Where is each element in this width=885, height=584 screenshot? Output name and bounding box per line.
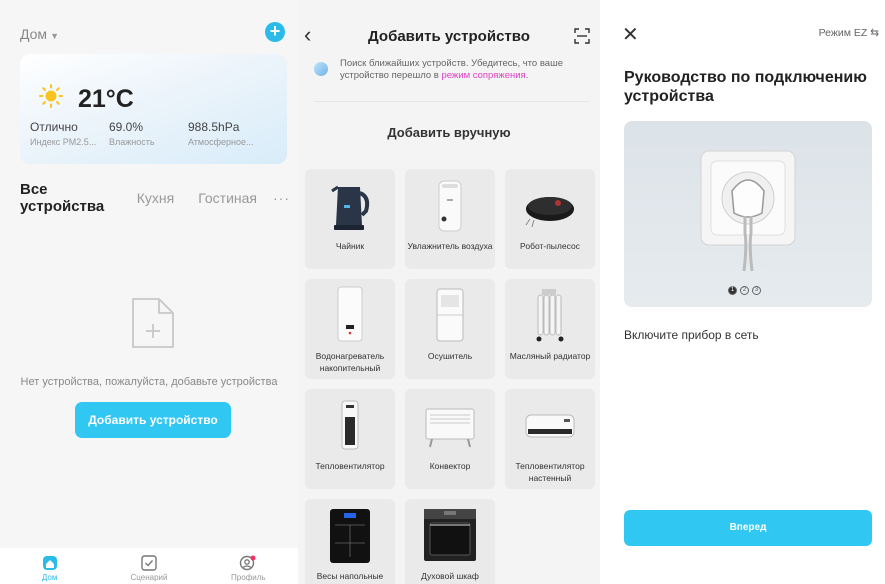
device-label: Чайник [335, 241, 365, 251]
device-label: Конвектор [429, 461, 471, 471]
device-label: Весы напольные [316, 571, 384, 581]
pressure-stat: 988.5hPa Атмосферное... [188, 120, 254, 147]
device-label: Осушитель [427, 351, 473, 361]
pressure-value: 988.5hPa [188, 120, 240, 134]
bottom-nav: Дом Сценарий Профиль [0, 548, 298, 584]
device-card-humidifier[interactable]: Увлажнитель воздуха [405, 169, 495, 269]
manual-add-title: Добавить вручную [387, 125, 511, 140]
step-indicator: 1 2 3 [728, 286, 761, 295]
home-screen: Дом ▼ + 21°C Отлично Индекс PM2.5... 69.0… [0, 0, 298, 584]
device-label: Увлажнитель воздуха [407, 241, 493, 251]
device-label: Масляный радиатор [509, 351, 591, 361]
pressure-label: Атмосферное... [188, 137, 254, 147]
scan-icon[interactable] [574, 28, 590, 44]
plug-illustration: 1 2 3 [624, 121, 872, 307]
robot-vacuum-icon [525, 197, 574, 228]
wall-fan-heater-icon [525, 414, 575, 438]
step-dot[interactable]: 3 [752, 286, 761, 295]
ez-mode-switch[interactable]: Режим EZ ⇆ [819, 27, 879, 39]
home-name: Дом [20, 26, 48, 42]
home-selector[interactable]: Дом ▼ [20, 26, 59, 42]
add-plus-button[interactable]: + [265, 22, 285, 42]
device-card-convector[interactable]: Конвектор [405, 389, 495, 489]
nav-home-label: Дом [41, 573, 58, 582]
device-card-robot-vacuum[interactable]: Робот-пылесос [505, 169, 595, 269]
floor-scale-icon [330, 509, 370, 563]
oil-radiator-icon [536, 289, 564, 342]
humidity-label: Влажность [109, 137, 155, 147]
empty-message: Нет устройства, пожалуйста, добавьте уст… [20, 376, 278, 388]
humidity-value: 69.0% [109, 120, 144, 134]
device-label: Тепловентилятор [315, 461, 385, 471]
chevron-down-icon: ▼ [50, 31, 59, 41]
instruction-text: Включите прибор в сеть [624, 328, 759, 342]
device-card-dehumidifier[interactable]: Осушитель [405, 279, 495, 379]
nav-home[interactable]: Дом [0, 548, 99, 584]
tab-all-devices[interactable]: Все устройства [20, 181, 113, 215]
next-button[interactable]: Вперед [624, 510, 872, 546]
device-card-water-heater[interactable]: Водонагреватель накопительный [305, 279, 395, 379]
kettle-icon [331, 185, 370, 230]
humidity-stat: 69.0% Влажность [109, 120, 155, 147]
sun-icon [39, 84, 63, 108]
fan-heater-icon [341, 400, 359, 450]
add-device-screen: ‹ Добавить устройство Поиск ближайших ус… [298, 0, 600, 584]
page-title: Добавить устройство [368, 28, 530, 45]
nav-scenario-label: Сценарий [130, 573, 168, 582]
pm25-label: Индекс PM2.5... [30, 137, 97, 147]
water-heater-icon [337, 286, 363, 342]
nav-profile-label: Профиль [231, 573, 266, 582]
oven-icon [424, 509, 476, 561]
more-icon[interactable]: ··· [273, 190, 290, 206]
device-card-floor-scale[interactable]: Весы напольные [305, 499, 395, 584]
device-card-fan-heater[interactable]: Тепловентилятор [305, 389, 395, 489]
nav-profile[interactable]: Профиль [199, 548, 298, 584]
pm25-stat: Отлично Индекс PM2.5... [30, 120, 96, 147]
convector-icon [425, 408, 475, 448]
device-card-wall-fan-heater[interactable]: Тепловентилятор настенный [505, 389, 595, 489]
device-label: Робот-пылесос [520, 241, 580, 251]
empty-document-icon [132, 298, 174, 348]
humidifier-icon [438, 180, 462, 232]
search-spinner-icon [314, 62, 328, 76]
search-hint-end: . [525, 70, 529, 81]
add-device-button[interactable]: Добавить устройство [75, 402, 231, 438]
device-label: Тепловентилятор настенный [515, 461, 585, 483]
search-hint: Поиск ближайших устройств. Убедитесь, чт… [340, 58, 589, 82]
page-title: Руководство по подключению устройства [624, 69, 867, 105]
close-icon[interactable]: ✕ [622, 22, 639, 47]
device-card-oven[interactable]: Духовой шкаф [405, 499, 495, 584]
weather-card[interactable]: 21°C Отлично Индекс PM2.5... 69.0% Влажн… [20, 54, 287, 164]
nearby-search: Поиск ближайших устройств. Убедитесь, чт… [314, 58, 589, 82]
profile-icon [240, 555, 256, 571]
temperature: 21°C [78, 85, 134, 113]
scenario-icon [141, 555, 157, 571]
nav-scenario[interactable]: Сценарий [99, 548, 198, 584]
pm25-value: Отлично [30, 120, 78, 134]
device-label: Водонагреватель накопительный [315, 351, 385, 373]
tab-kitchen[interactable]: Кухня [137, 190, 174, 206]
tab-living-room[interactable]: Гостиная [198, 190, 257, 206]
pairing-mode-link[interactable]: режим сопряжения [441, 70, 525, 81]
divider [314, 101, 589, 102]
dehumidifier-icon [436, 288, 464, 342]
connection-guide-screen: ✕ Режим EZ ⇆ Руководство по подключению … [600, 0, 885, 584]
home-icon [42, 556, 57, 570]
room-tabs: Все устройства Кухня Гостиная ··· [20, 181, 290, 215]
device-card-kettle[interactable]: Чайник [305, 169, 395, 269]
device-label: Духовой шкаф [421, 571, 479, 581]
socket-plug-icon [700, 150, 796, 272]
device-card-oil-radiator[interactable]: Масляный радиатор [505, 279, 595, 379]
step-dot[interactable]: 1 [728, 286, 737, 295]
step-dot[interactable]: 2 [740, 286, 749, 295]
